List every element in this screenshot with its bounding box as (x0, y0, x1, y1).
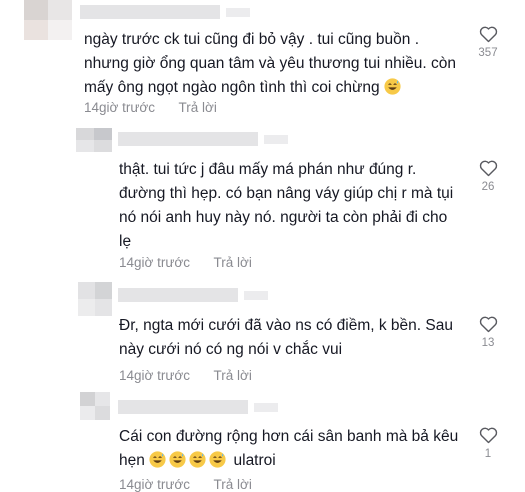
like-count: 26 (481, 181, 495, 193)
comment-text: Đr, ngta mới cưới đã vào ns có điềm, k b… (119, 317, 453, 358)
reply-link[interactable]: Trả lời (214, 477, 252, 492)
comment-text: thật. tui tức j đâu mấy má phán như đúng… (119, 161, 454, 250)
comment-text: ngày trước ck tui cũng đi bỏ vậy . tui c… (84, 31, 456, 96)
username-blurred[interactable] (118, 288, 268, 302)
grinning-sweat-emoji-icon (169, 451, 186, 468)
like-count: 13 (481, 337, 495, 349)
comment-text: Cái con đường rộng hơn cái sân banh mà b… (119, 428, 459, 469)
username-blurred[interactable] (80, 5, 250, 19)
grinning-sweat-emoji-icon (209, 451, 226, 468)
like-count: 1 (484, 448, 492, 460)
grinning-sweat-emoji-icon (189, 451, 206, 468)
timestamp: 14giờ trước (84, 100, 156, 115)
reply-link[interactable]: Trả lời (179, 100, 217, 115)
comment-meta: 14giờ trước Trả lời (84, 100, 217, 115)
like-button[interactable]: 1 (473, 426, 503, 460)
heart-icon (479, 160, 497, 177)
like-button[interactable]: 357 (473, 25, 503, 59)
reply-link[interactable]: Trả lời (214, 368, 252, 383)
avatar[interactable] (76, 128, 112, 152)
heart-icon (479, 26, 497, 43)
comment-meta: 14giờ trước Trả lời (119, 368, 252, 383)
reply-link[interactable]: Trả lời (214, 255, 252, 270)
heart-icon (479, 427, 497, 444)
grinning-sweat-emoji-icon (149, 451, 166, 468)
comment-meta: 14giờ trước Trả lời (119, 255, 252, 270)
like-button[interactable]: 13 (473, 315, 503, 349)
comment-meta: 14giờ trước Trả lời (119, 477, 252, 492)
heart-icon (479, 316, 497, 333)
like-count: 357 (478, 47, 498, 59)
timestamp: 14giờ trước (119, 368, 191, 383)
grinning-sweat-emoji-icon (384, 78, 401, 95)
avatar[interactable] (80, 392, 110, 420)
avatar[interactable] (24, 0, 72, 40)
like-button[interactable]: 26 (473, 159, 503, 193)
timestamp: 14giờ trước (119, 255, 191, 270)
username-blurred[interactable] (118, 400, 278, 414)
avatar[interactable] (78, 282, 112, 316)
timestamp: 14giờ trước (119, 477, 191, 492)
username-blurred[interactable] (118, 132, 288, 146)
